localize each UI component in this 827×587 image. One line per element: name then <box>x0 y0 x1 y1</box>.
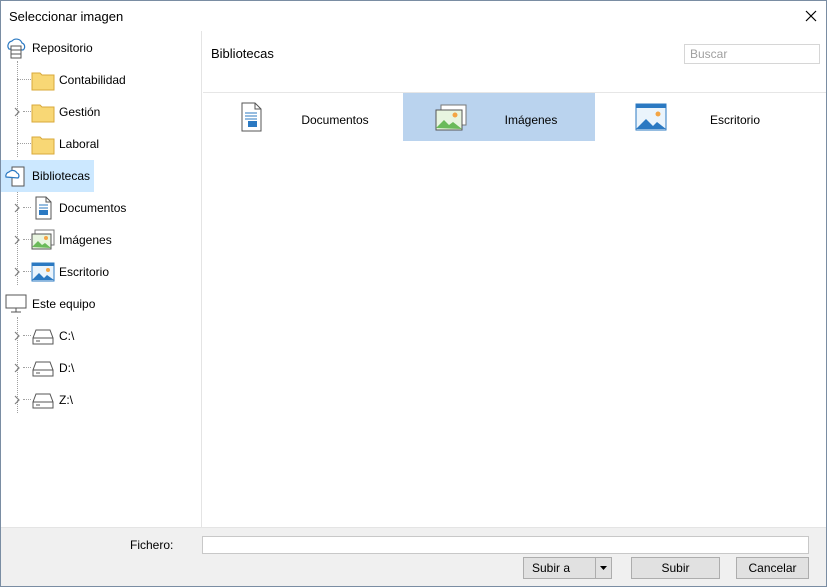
tree-item-label: Imágenes <box>59 233 112 247</box>
select-image-dialog: Seleccionar imagen Repositorio Contabili… <box>0 0 827 587</box>
tree-item-este-equipo[interactable]: Este equipo <box>4 288 95 320</box>
tree-guide-line <box>23 239 31 240</box>
tree-item-label: Laboral <box>59 137 100 151</box>
search-input[interactable] <box>684 44 820 64</box>
libraries-icon <box>4 164 28 188</box>
library-tile-escritorio[interactable]: Escritorio <box>603 93 795 141</box>
expand-chevron[interactable] <box>12 363 22 373</box>
library-tile-imagenes[interactable]: Imágenes <box>403 93 595 141</box>
content-title: Bibliotecas <box>211 46 274 61</box>
expand-chevron[interactable] <box>12 331 22 341</box>
tree-item-label: Documentos <box>59 201 127 215</box>
footer-bar: Fichero: Subir a Subir Cancelar <box>1 527 826 586</box>
tree-guide-line <box>23 367 31 368</box>
tree-item-drive-c[interactable]: C:\ <box>31 320 74 352</box>
tree-item-label: D:\ <box>59 361 75 375</box>
tree-item-label: Z:\ <box>59 393 73 407</box>
upload-to-button[interactable]: Subir a <box>523 557 596 579</box>
close-icon <box>805 10 817 22</box>
close-button[interactable] <box>800 5 822 27</box>
cloud-repository-icon <box>4 36 28 60</box>
tree-item-escritorio[interactable]: Escritorio <box>31 256 109 288</box>
drive-icon <box>31 324 55 348</box>
pictures-icon <box>31 228 55 252</box>
upload-to-dropdown-button[interactable] <box>595 557 612 579</box>
tree-guide-line <box>23 207 31 208</box>
chevron-right-icon <box>14 235 20 245</box>
tree-item-bibliotecas[interactable]: Bibliotecas <box>1 160 94 192</box>
expand-chevron[interactable] <box>12 395 22 405</box>
content-pane: Bibliotecas Documentos Imágenes <box>203 31 826 527</box>
tree-item-repositorio[interactable]: Repositorio <box>4 32 93 64</box>
upload-button[interactable]: Subir <box>631 557 720 579</box>
expand-chevron[interactable] <box>12 107 22 117</box>
window-title: Seleccionar imagen <box>9 9 124 24</box>
tree-item-laboral[interactable]: Laboral <box>31 128 99 160</box>
computer-icon <box>4 292 28 316</box>
chevron-right-icon <box>14 363 20 373</box>
tree-item-label: Bibliotecas <box>32 169 91 183</box>
tree-item-label: Este equipo <box>32 297 96 311</box>
tree-item-label: Contabilidad <box>59 73 126 87</box>
chevron-right-icon <box>14 395 20 405</box>
chevron-right-icon <box>14 107 20 117</box>
desktop-icon <box>31 260 55 284</box>
tree-item-drive-d[interactable]: D:\ <box>31 352 74 384</box>
tree-guide-line <box>23 335 31 336</box>
tree-item-label: C:\ <box>59 329 75 343</box>
tree-guide-line <box>23 399 31 400</box>
tree-guide-line <box>23 111 31 112</box>
file-name-label: Fichero: <box>130 538 174 552</box>
cancel-button[interactable]: Cancelar <box>736 557 809 579</box>
folder-icon <box>31 132 55 156</box>
tree-item-gestion[interactable]: Gestión <box>31 96 100 128</box>
tree-item-contabilidad[interactable]: Contabilidad <box>31 64 126 96</box>
navigation-tree: Repositorio Contabilidad Gestión Laboral <box>1 31 202 527</box>
expand-chevron[interactable] <box>12 235 22 245</box>
tree-item-drive-z[interactable]: Z:\ <box>31 384 73 416</box>
tree-item-documentos[interactable]: Documentos <box>31 192 126 224</box>
title-bar: Seleccionar imagen <box>1 1 826 31</box>
tree-item-imagenes[interactable]: Imágenes <box>31 224 112 256</box>
expand-chevron[interactable] <box>12 267 22 277</box>
library-tile-documentos[interactable]: Documentos <box>203 93 395 141</box>
tree-item-label: Gestión <box>59 105 101 119</box>
folder-icon <box>31 100 55 124</box>
folder-icon <box>31 68 55 92</box>
chevron-right-icon <box>14 331 20 341</box>
tree-item-label: Repositorio <box>32 41 93 55</box>
expand-chevron[interactable] <box>12 203 22 213</box>
tree-item-label: Escritorio <box>59 265 110 279</box>
document-icon <box>31 196 55 220</box>
tree-guide-line <box>17 79 31 80</box>
chevron-right-icon <box>14 203 20 213</box>
tree-guide-line <box>23 271 31 272</box>
library-tile-label: Escritorio <box>709 113 760 127</box>
drive-icon <box>31 388 55 412</box>
tree-guide-line <box>17 143 31 144</box>
chevron-right-icon <box>14 267 20 277</box>
dropdown-arrow-icon <box>600 566 607 570</box>
drive-icon <box>31 356 55 380</box>
file-name-input[interactable] <box>202 536 809 554</box>
